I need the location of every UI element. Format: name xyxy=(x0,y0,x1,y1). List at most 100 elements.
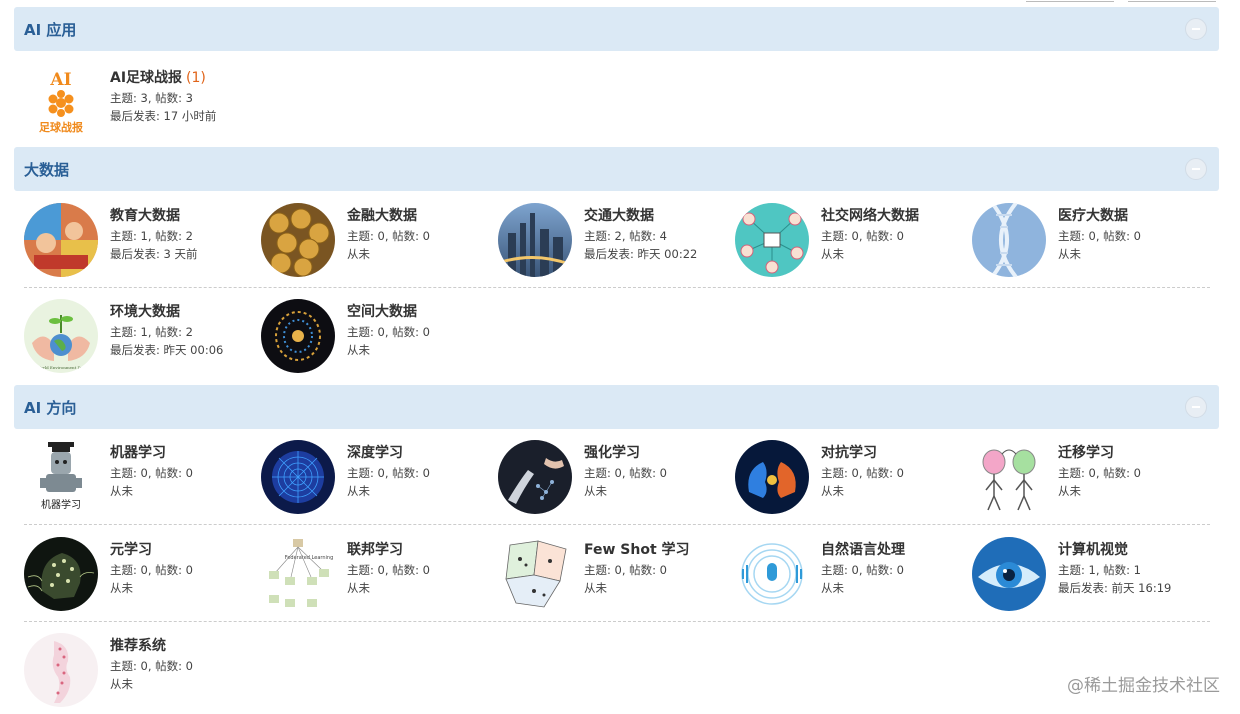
forum-name[interactable]: 金融大数据 xyxy=(347,205,417,225)
forum-name[interactable]: 强化学习 xyxy=(584,442,640,462)
forum-meta-learning[interactable]: 元学习 主题: 0, 帖数: 0 从未 xyxy=(24,537,254,617)
machine-learning-thumbnail[interactable]: 机器学习 xyxy=(24,440,98,514)
reinforcement-learning-thumbnail[interactable] xyxy=(498,440,572,514)
forum-last-post[interactable]: 最后发表: 17 小时前 xyxy=(110,108,216,124)
forum-adversarial-learning[interactable]: 对抗学习 主题: 0, 帖数: 0 从未 xyxy=(735,440,965,520)
forum-transfer-learning[interactable]: 迁移学习 主题: 0, 帖数: 0 从未 xyxy=(972,440,1202,520)
row-divider xyxy=(24,524,1210,525)
forum-federated-learning[interactable]: Federated Learning 联邦学习 主题: 0, 帖数: 0 从未 xyxy=(261,537,491,617)
forum-name[interactable]: 机器学习 xyxy=(110,442,166,462)
environment-thumbnail[interactable]: World Environment Day xyxy=(24,299,98,373)
forum-social-network-bigdata[interactable]: 社交网络大数据 主题: 0, 帖数: 0 从未 xyxy=(735,203,965,283)
forum-stats: 主题: 0, 帖数: 0 xyxy=(821,229,905,243)
svg-text:World Environment Day: World Environment Day xyxy=(37,365,86,370)
forum-name[interactable]: 元学习 xyxy=(110,539,152,559)
forum-recommender-system[interactable]: 推荐系统 主题: 0, 帖数: 0 从未 xyxy=(24,633,254,713)
section-title[interactable]: AI 方向 xyxy=(24,397,76,418)
forum-stats: 主题: 0, 帖数: 0 xyxy=(110,659,194,673)
forum-traffic-bigdata[interactable]: 交通大数据 主题: 2, 帖数: 4 最后发表: 昨天 00:22 xyxy=(498,203,728,283)
forum-finance-bigdata[interactable]: 金融大数据 主题: 0, 帖数: 0 从未 xyxy=(261,203,491,283)
forum-reinforcement-learning[interactable]: 强化学习 主题: 0, 帖数: 0 从未 xyxy=(498,440,728,520)
ai-football-logo[interactable]: AI 足球战报 xyxy=(24,65,98,139)
forum-deep-learning[interactable]: 深度学习 主题: 0, 帖数: 0 从未 xyxy=(261,440,491,520)
forum-last-post[interactable]: 最后发表: 3 天前 xyxy=(110,246,198,262)
forum-environment-bigdata[interactable]: World Environment Day 环境大数据 主题: 1, 帖数: 2… xyxy=(24,299,254,379)
forum-name[interactable]: 迁移学习 xyxy=(1058,442,1114,462)
forum-last-post: 从未 xyxy=(1058,484,1081,498)
forum-few-shot-learning[interactable]: Few Shot 学习 主题: 0, 帖数: 0 从未 xyxy=(498,537,728,617)
row-divider xyxy=(24,287,1210,288)
forum-computer-vision[interactable]: 计算机视觉 主题: 1, 帖数: 1 最后发表: 前天 16:19 xyxy=(972,537,1202,617)
top-button-2[interactable] xyxy=(1128,0,1216,2)
forum-last-post: 从未 xyxy=(110,677,133,691)
forum-name[interactable]: 联邦学习 xyxy=(347,539,403,559)
section-title[interactable]: AI 应用 xyxy=(24,19,76,40)
forum-last-post: 从未 xyxy=(347,247,370,261)
education-thumbnail[interactable] xyxy=(24,203,98,277)
forum-name[interactable]: Few Shot 学习 xyxy=(584,539,690,559)
finance-thumbnail[interactable] xyxy=(261,203,335,277)
forum-last-post: 从未 xyxy=(347,343,370,357)
forum-last-post: 从未 xyxy=(110,484,133,498)
forum-name[interactable]: 环境大数据 xyxy=(110,301,180,321)
forum-name[interactable]: 空间大数据 xyxy=(347,301,417,321)
forum-last-post: 从未 xyxy=(347,484,370,498)
forum-stats: 主题: 0, 帖数: 0 xyxy=(584,563,668,577)
federated-learning-thumbnail[interactable]: Federated Learning xyxy=(261,537,335,611)
spatial-thumbnail[interactable] xyxy=(261,299,335,373)
forum-machine-learning[interactable]: 机器学习 机器学习 主题: 0, 帖数: 0 从未 xyxy=(24,440,254,520)
transfer-learning-thumbnail[interactable] xyxy=(972,440,1046,514)
forum-name[interactable]: 交通大数据 xyxy=(584,205,654,225)
recommender-thumbnail[interactable] xyxy=(24,633,98,707)
forum-medical-bigdata[interactable]: 医疗大数据 主题: 0, 帖数: 0 从未 xyxy=(972,203,1202,283)
watermark: @稀土掘金技术社区 xyxy=(1067,676,1220,696)
new-post-count: (1) xyxy=(186,70,206,86)
forum-last-post[interactable]: 最后发表: 昨天 00:22 xyxy=(584,246,697,262)
forum-name[interactable]: 对抗学习 xyxy=(821,442,877,462)
traffic-thumbnail[interactable] xyxy=(498,203,572,277)
forum-stats: 主题: 1, 帖数: 1 xyxy=(1058,563,1142,577)
forum-stats: 主题: 0, 帖数: 0 xyxy=(347,563,431,577)
forum-stats: 主题: 0, 帖数: 0 xyxy=(347,229,431,243)
forum-name[interactable]: 医疗大数据 xyxy=(1058,205,1128,225)
top-toolbar xyxy=(0,0,1240,6)
forum-name[interactable]: 推荐系统 xyxy=(110,635,166,655)
forum-stats: 主题: 0, 帖数: 0 xyxy=(821,466,905,480)
adversarial-learning-thumbnail[interactable] xyxy=(735,440,809,514)
forum-stats: 主题: 0, 帖数: 0 xyxy=(584,466,668,480)
forum-last-post: 从未 xyxy=(347,581,370,595)
forum-name[interactable]: 深度学习 xyxy=(347,442,403,462)
medical-thumbnail[interactable] xyxy=(972,203,1046,277)
row-divider xyxy=(24,621,1210,622)
forum-stats: 主题: 0, 帖数: 0 xyxy=(110,466,194,480)
forum-stats: 主题: 3, 帖数: 3 xyxy=(110,91,194,105)
forum-name[interactable]: AI足球战报 (1) xyxy=(110,67,206,87)
forum-name[interactable]: 自然语言处理 xyxy=(821,539,905,559)
section-title[interactable]: 大数据 xyxy=(24,159,69,180)
forum-name[interactable]: 计算机视觉 xyxy=(1058,539,1128,559)
forum-last-post[interactable]: 最后发表: 前天 16:19 xyxy=(1058,580,1171,596)
forum-stats: 主题: 0, 帖数: 0 xyxy=(110,563,194,577)
svg-text:Federated Learning: Federated Learning xyxy=(285,555,334,561)
forum-stats: 主题: 0, 帖数: 0 xyxy=(1058,229,1142,243)
forum-last-post[interactable]: 最后发表: 昨天 00:06 xyxy=(110,342,223,358)
top-button-1[interactable] xyxy=(1026,0,1114,2)
meta-learning-thumbnail[interactable] xyxy=(24,537,98,611)
forum-ai-football[interactable]: AI 足球战报 AI足球战报 (1) 主题: 3, 帖数: 3 最后发表: 17 … xyxy=(24,65,254,145)
section-header-bigdata: 大数据 xyxy=(14,147,1219,191)
few-shot-thumbnail[interactable] xyxy=(498,537,572,611)
forum-last-post: 从未 xyxy=(821,581,844,595)
deep-learning-thumbnail[interactable] xyxy=(261,440,335,514)
collapse-toggle-icon[interactable] xyxy=(1185,396,1207,418)
nlp-thumbnail[interactable] xyxy=(735,537,809,611)
collapse-toggle-icon[interactable] xyxy=(1185,18,1207,40)
forum-education-bigdata[interactable]: 教育大数据 主题: 1, 帖数: 2 最后发表: 3 天前 xyxy=(24,203,254,283)
social-network-thumbnail[interactable] xyxy=(735,203,809,277)
forum-name[interactable]: 社交网络大数据 xyxy=(821,205,919,225)
forum-nlp[interactable]: 自然语言处理 主题: 0, 帖数: 0 从未 xyxy=(735,537,965,617)
computer-vision-thumbnail[interactable] xyxy=(972,537,1046,611)
forum-spatial-bigdata[interactable]: 空间大数据 主题: 0, 帖数: 0 从未 xyxy=(261,299,491,379)
forum-stats: 主题: 1, 帖数: 2 xyxy=(110,229,194,243)
collapse-toggle-icon[interactable] xyxy=(1185,158,1207,180)
forum-name[interactable]: 教育大数据 xyxy=(110,205,180,225)
